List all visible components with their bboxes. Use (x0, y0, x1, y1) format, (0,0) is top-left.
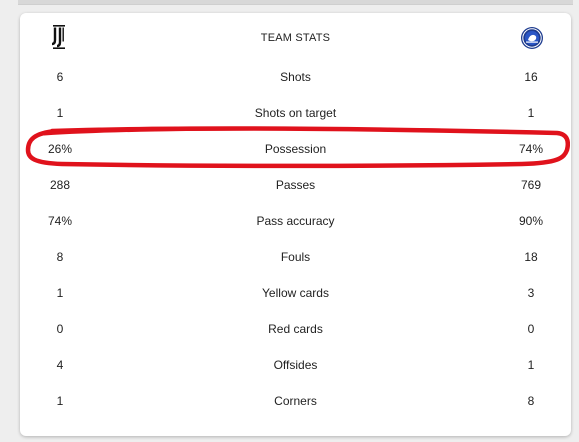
stat-row-yellow-cards: 1 Yellow cards 3 (20, 275, 571, 311)
stat-row-pass-accuracy: 74% Pass accuracy 90% (20, 203, 571, 239)
home-value: 288 (49, 178, 71, 192)
home-value: 74% (47, 214, 73, 228)
away-value: 1 (527, 358, 535, 372)
away-value: 8 (527, 394, 535, 408)
stat-row-passes: 288 Passes 769 (20, 167, 571, 203)
away-value: 0 (527, 322, 535, 336)
stat-label: Offsides (273, 358, 318, 372)
home-value: 6 (56, 70, 64, 84)
away-value: 74% (518, 142, 544, 156)
stat-label: Red cards (268, 322, 323, 336)
home-value: 1 (56, 394, 64, 408)
away-value: 1 (527, 106, 535, 120)
stat-row-shots-on-target: 1 Shots on target 1 (20, 95, 571, 131)
stat-label: Passes (275, 178, 316, 192)
away-value: 16 (524, 70, 538, 84)
away-value: 18 (524, 250, 538, 264)
home-value: 0 (56, 322, 64, 336)
stats-list: 6 Shots 16 1 Shots on target 1 26% Posse… (20, 59, 571, 419)
stat-row-possession: 26% Possession 74% (20, 131, 571, 167)
stat-label: Fouls (280, 250, 311, 264)
team-stats-title: TEAM STATS (260, 32, 331, 44)
away-value: 769 (520, 178, 542, 192)
stat-label: Possession (264, 142, 327, 156)
stat-row-red-cards: 0 Red cards 0 (20, 311, 571, 347)
stat-label: Yellow cards (262, 286, 329, 300)
stat-row-corners: 1 Corners 8 (20, 383, 571, 419)
page-top-divider (18, 0, 573, 5)
stat-row-offsides: 4 Offsides 1 (20, 347, 571, 383)
stat-label: Shots (280, 70, 311, 84)
team-stats-header: TEAM STATS (20, 23, 571, 53)
home-value: 1 (56, 106, 64, 120)
away-value: 3 (527, 286, 535, 300)
home-value: 26% (47, 142, 73, 156)
stat-label: Pass accuracy (256, 214, 335, 228)
home-value: 1 (56, 286, 64, 300)
away-value: 90% (518, 214, 544, 228)
stat-row-shots: 6 Shots 16 (20, 59, 571, 95)
stat-label: Corners (274, 394, 317, 408)
home-value: 8 (56, 250, 64, 264)
team-stats-card: TEAM STATS 6 Shots 16 1 Shots on target … (20, 13, 571, 436)
chelsea-logo-icon (520, 26, 544, 50)
stat-label: Shots on target (254, 106, 337, 120)
home-value: 4 (56, 358, 64, 372)
stat-row-fouls: 8 Fouls 18 (20, 239, 571, 275)
